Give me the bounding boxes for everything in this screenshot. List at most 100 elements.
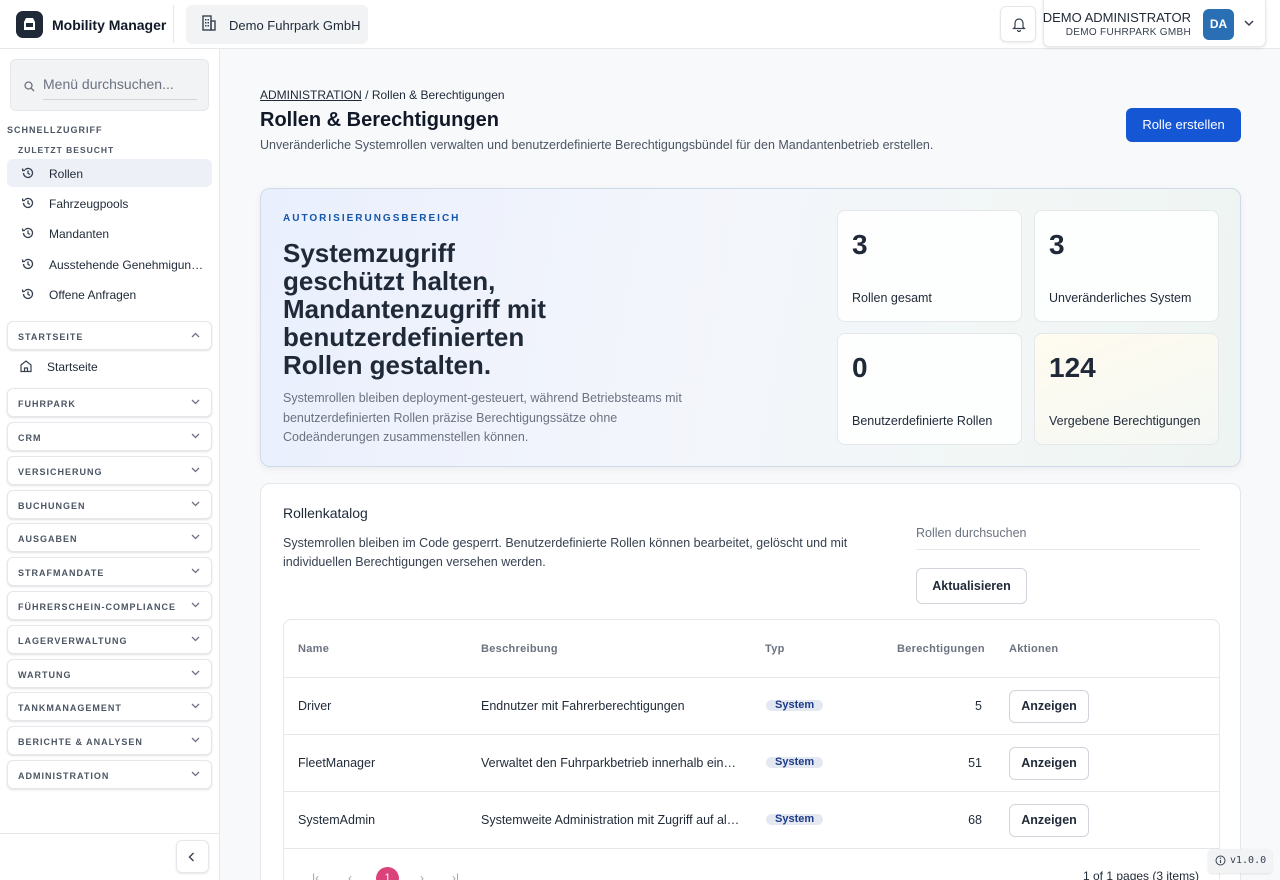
catalog-description: Systemrollen bleiben im Code gesperrt. B… — [283, 536, 848, 569]
recent-item-ausstehende-genehmigungen[interactable]: Ausstehende Genehmigungen — [7, 250, 212, 278]
role-type-badge: System — [766, 814, 824, 825]
nav-group-fuehrerschein-compliance[interactable]: FÜHRERSCHEIN-COMPLIANCE — [7, 591, 212, 620]
tenant-switcher[interactable]: Demo Fuhrpark GmbH — [186, 5, 368, 44]
nav-group-ausgaben[interactable]: AUSGABEN — [7, 523, 212, 552]
stat-label: Vergebene Berechtigungen — [1049, 414, 1201, 428]
nav-group-label: FÜHRERSCHEIN-COMPLIANCE — [18, 602, 176, 612]
page-button-current[interactable]: 1 — [376, 867, 399, 880]
prev-page-icon[interactable]: ‹ — [348, 871, 352, 880]
nav-group-label: LAGERVERWALTUNG — [18, 636, 128, 646]
nav-group-label: STARTSEITE — [18, 332, 84, 342]
history-icon — [21, 227, 34, 239]
stat-value: 124 — [1049, 352, 1096, 383]
view-role-button[interactable]: Anzeigen — [1009, 804, 1089, 837]
stat-card-system-roles: 3 Unveränderliches System — [1034, 210, 1219, 322]
nav-group-fuhrpark[interactable]: FUHRPARK — [7, 388, 212, 417]
recent-item-mandanten[interactable]: Mandanten — [7, 219, 212, 247]
column-header-type[interactable]: Typ — [765, 643, 785, 655]
recent-item-offene-anfragen[interactable]: Offene Anfragen — [7, 280, 212, 308]
roles-table: Name Beschreibung Typ Berechtigungen Akt… — [283, 619, 1220, 880]
authorization-hero-card: AUTORISIERUNGSBEREICH Systemzugriff gesc… — [260, 188, 1241, 467]
stat-card-assigned-permissions: 124 Vergebene Berechtigungen — [1034, 333, 1219, 445]
nav-group-buchungen[interactable]: BUCHUNGEN — [7, 490, 212, 519]
view-role-button[interactable]: Anzeigen — [1009, 690, 1089, 723]
sidebar-item-startseite[interactable]: Startseite — [7, 354, 212, 380]
page-subtitle: Unveränderliche Systemrollen verwalten u… — [260, 138, 934, 152]
role-type-badge: System — [766, 700, 824, 711]
version-badge: v1.0.0 — [1208, 849, 1272, 873]
chevron-down-icon — [191, 501, 200, 507]
table-row: FleetManager Verwaltet den Fuhrparkbetri… — [284, 734, 1219, 791]
stat-value: 0 — [852, 352, 868, 383]
nav-group-label: TANKMANAGEMENT — [18, 703, 122, 713]
header-divider — [173, 5, 174, 43]
nav-group-lagerverwaltung[interactable]: LAGERVERWALTUNG — [7, 625, 212, 654]
info-icon — [1215, 855, 1226, 866]
role-description: Endnutzer mit Fahrerberechtigungen — [481, 699, 685, 713]
stat-label: Unveränderliches System — [1049, 291, 1192, 305]
pagination: |‹ ‹ 1 › ›| 1 of 1 pages (3 items) — [284, 848, 1219, 880]
collapse-sidebar-button[interactable] — [176, 840, 209, 873]
chevron-down-icon — [191, 703, 200, 709]
role-type-badge: System — [766, 757, 824, 768]
nav-group-label: WARTUNG — [18, 670, 72, 680]
nav-group-versicherung[interactable]: VERSICHERUNG — [7, 456, 212, 485]
role-search-input[interactable]: Rollen durchsuchen — [916, 517, 1200, 550]
nav-group-label: BUCHUNGEN — [18, 501, 86, 511]
role-permission-count: 68 — [968, 813, 982, 827]
chevron-down-icon — [191, 467, 200, 473]
menu-search-input[interactable]: Menü durchsuchen... — [43, 72, 197, 100]
nav-group-label: ADMINISTRATION — [18, 771, 110, 781]
app-logo-icon[interactable] — [16, 11, 43, 38]
create-role-button[interactable]: Rolle erstellen — [1126, 108, 1241, 142]
nav-group-wartung[interactable]: WARTUNG — [7, 659, 212, 688]
nav-group-startseite[interactable]: STARTSEITE — [7, 321, 212, 350]
version-text: v1.0.0 — [1230, 855, 1267, 866]
last-page-icon[interactable]: ›| — [452, 871, 459, 880]
stat-card-total-roles: 3 Rollen gesamt — [837, 210, 1022, 322]
role-catalog-card: Rollenkatalog Systemrollen bleiben im Co… — [260, 483, 1241, 880]
chevron-down-icon — [191, 737, 200, 743]
column-header-description[interactable]: Beschreibung — [481, 643, 558, 655]
recent-item-label: Fahrzeugpools — [49, 197, 129, 211]
role-permission-count: 5 — [975, 699, 982, 713]
notifications-button[interactable] — [1000, 6, 1036, 42]
nav-group-label: AUSGABEN — [18, 534, 78, 544]
breadcrumb-link-administration[interactable]: ADMINISTRATION — [260, 88, 362, 102]
tenant-name: Demo Fuhrpark GmbH — [229, 18, 361, 33]
nav-group-tankmanagement[interactable]: TANKMANAGEMENT — [7, 692, 212, 721]
recent-item-fahrzeugpools[interactable]: Fahrzeugpools — [7, 189, 212, 217]
menu-search[interactable]: Menü durchsuchen... — [10, 59, 209, 111]
recent-item-label: Ausstehende Genehmigungen — [49, 258, 204, 272]
chevron-down-icon — [191, 568, 200, 574]
refresh-button[interactable]: Aktualisieren — [916, 568, 1027, 604]
stat-value: 3 — [852, 229, 868, 260]
nav-group-strafmandate[interactable]: STRAFMANDATE — [7, 557, 212, 586]
sidebar: Menü durchsuchen... SCHNELLZUGRIFF ZULET… — [0, 49, 220, 880]
user-name: DEMO ADMINISTRATOR — [1042, 10, 1191, 25]
history-icon — [21, 258, 34, 270]
recent-item-rollen[interactable]: Rollen — [7, 159, 212, 187]
first-page-icon[interactable]: |‹ — [312, 871, 319, 880]
nav-group-label: FUHRPARK — [18, 399, 76, 409]
user-menu[interactable]: DEMO ADMINISTRATOR DEMO FUHRPARK GMBH DA — [1043, 0, 1266, 47]
table-row: SystemAdmin Systemweite Administration m… — [284, 791, 1219, 848]
view-role-button[interactable]: Anzeigen — [1009, 747, 1089, 780]
hero-description: Systemrollen bleiben deployment-gesteuer… — [283, 391, 682, 444]
nav-group-crm[interactable]: CRM — [7, 422, 212, 451]
breadcrumb: ADMINISTRATION / Rollen & Berechtigungen — [260, 88, 505, 102]
column-header-permissions[interactable]: Berechtigungen — [897, 643, 985, 655]
stat-card-custom-roles: 0 Benutzerdefinierte Rollen — [837, 333, 1022, 445]
nav-group-label: CRM — [18, 433, 42, 443]
next-page-icon[interactable]: › — [420, 871, 424, 880]
nav-group-administration[interactable]: ADMINISTRATION — [7, 760, 212, 789]
home-icon — [20, 360, 32, 373]
recent-item-label: Offene Anfragen — [49, 288, 137, 302]
column-header-name[interactable]: Name — [298, 643, 329, 655]
nav-group-label: STRAFMANDATE — [18, 568, 105, 578]
chevron-down-icon — [191, 771, 200, 777]
chevron-down-icon — [191, 433, 200, 439]
chevron-down-icon — [191, 670, 200, 676]
nav-group-berichte-analysen[interactable]: BERICHTE & ANALYSEN — [7, 726, 212, 755]
quick-access-label: SCHNELLZUGRIFF — [7, 125, 103, 135]
